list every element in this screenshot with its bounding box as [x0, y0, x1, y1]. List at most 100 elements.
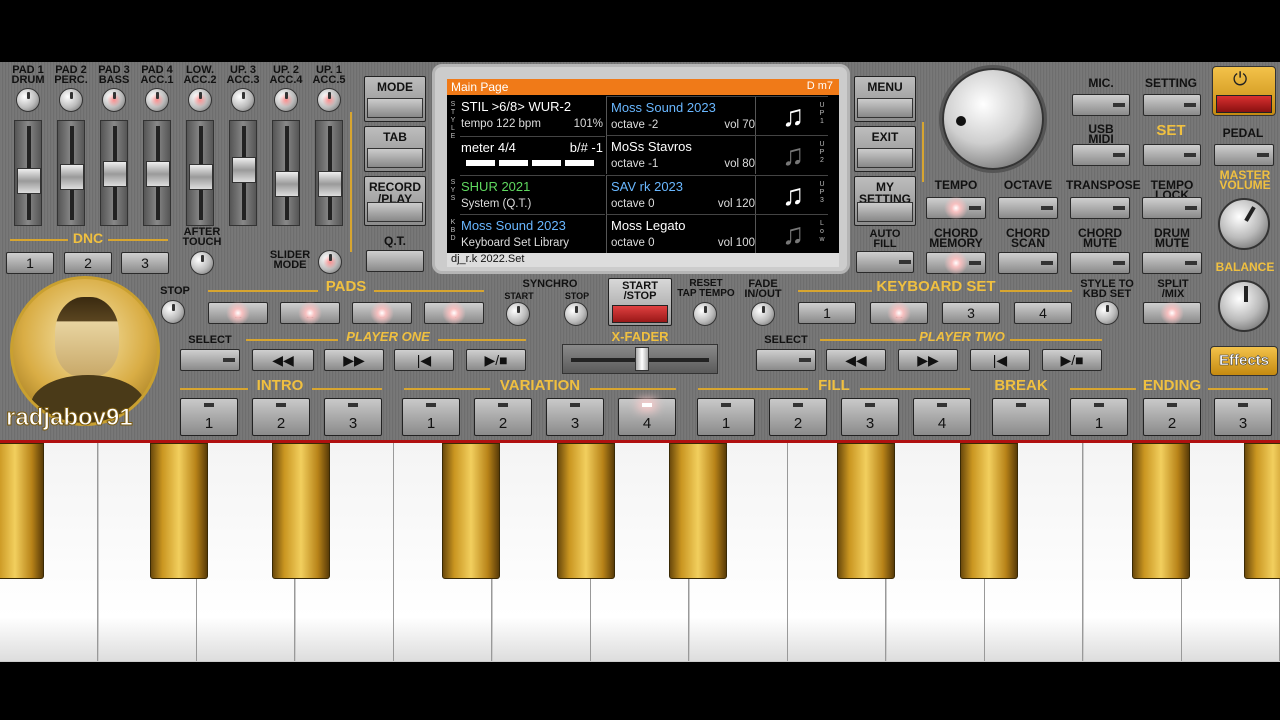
pad-button-3[interactable]: 3: [352, 301, 412, 325]
chord-scan-button[interactable]: [998, 252, 1058, 274]
channel-fader-8[interactable]: [315, 120, 343, 226]
break-button-1[interactable]: [992, 398, 1050, 436]
channel-fader-2[interactable]: [57, 120, 85, 226]
voice-part-2[interactable]: MoSs Stavros octave -1 vol 80 ♫ U P 2: [606, 135, 828, 175]
channel-pan-knob-4[interactable]: [145, 88, 169, 112]
black-key[interactable]: [442, 443, 500, 579]
after-touch-knob[interactable]: [190, 251, 214, 275]
black-key[interactable]: [557, 443, 615, 579]
channel-fader-handle-7[interactable]: [275, 171, 299, 197]
x-fader-handle[interactable]: [635, 347, 649, 371]
fill-button-2[interactable]: 2: [769, 398, 827, 436]
channel-fader-3[interactable]: [100, 120, 128, 226]
black-key[interactable]: [960, 443, 1018, 579]
player-one-forward-button[interactable]: ▶▶: [324, 349, 384, 371]
chord-mute-button[interactable]: [1070, 252, 1130, 274]
setting-button[interactable]: [1143, 94, 1201, 116]
master-volume-knob[interactable]: [1218, 198, 1270, 250]
variation-button-1[interactable]: 1: [402, 398, 460, 436]
dnc-button-2[interactable]: 2: [64, 252, 112, 274]
channel-fader-handle-4[interactable]: [146, 160, 170, 187]
octave-button[interactable]: [998, 197, 1058, 219]
player-one-play-button[interactable]: ▶/■: [466, 349, 526, 371]
meter-panel[interactable]: meter 4/4 b/# -1: [460, 136, 605, 175]
channel-pan-knob-3[interactable]: [102, 88, 126, 112]
player-two-rewind-button[interactable]: ◀◀: [826, 349, 886, 371]
drum-mute-button[interactable]: [1142, 252, 1202, 274]
player-one-select-button[interactable]: [180, 349, 240, 371]
variation-button-2[interactable]: 2: [474, 398, 532, 436]
balance-knob[interactable]: [1218, 280, 1270, 332]
exit-button[interactable]: EXIT: [854, 126, 916, 172]
black-key[interactable]: [669, 443, 727, 579]
qt-button[interactable]: [366, 250, 424, 272]
mic-button[interactable]: [1072, 94, 1130, 116]
player-two-select-button[interactable]: [756, 349, 816, 371]
black-key[interactable]: [1132, 443, 1190, 579]
kbd-set-button-1[interactable]: 1: [798, 302, 856, 324]
effects-button[interactable]: Effects: [1210, 346, 1278, 376]
channel-fader-handle-1[interactable]: [17, 167, 41, 194]
fill-button-4[interactable]: 4: [913, 398, 971, 436]
channel-pan-knob-5[interactable]: [188, 88, 212, 112]
fill-button-3[interactable]: 3: [841, 398, 899, 436]
player-two-forward-button[interactable]: ▶▶: [898, 349, 958, 371]
channel-fader-4[interactable]: [143, 120, 171, 226]
set-panel[interactable]: SHUR 2021 System (Q.T.): [460, 175, 605, 214]
record-play-button[interactable]: RECORD /PLAY: [364, 176, 426, 226]
reset-knob[interactable]: [693, 302, 717, 326]
slider-mode-knob[interactable]: [318, 250, 342, 274]
channel-pan-knob-1[interactable]: [16, 88, 40, 112]
voice-part-4[interactable]: Moss Legato octave 0 vol 100 ♫ L o w: [606, 213, 828, 253]
intro-button-3[interactable]: 3: [324, 398, 382, 436]
channel-fader-handle-2[interactable]: [60, 164, 84, 190]
usb-midi-button[interactable]: [1072, 144, 1130, 166]
black-key[interactable]: [150, 443, 208, 579]
split-mix-button[interactable]: [1143, 301, 1201, 325]
fade-knob[interactable]: [751, 302, 775, 326]
channel-fader-1[interactable]: [14, 120, 42, 226]
channel-pan-knob-7[interactable]: [274, 88, 298, 112]
chord-memory-button[interactable]: [926, 251, 986, 275]
variation-button-4[interactable]: 4: [618, 398, 676, 436]
voice-part-3[interactable]: SAV rk 2023 octave 0 vol 120 ♫ U P 3: [606, 174, 828, 214]
tab-button[interactable]: TAB: [364, 126, 426, 172]
channel-fader-handle-3[interactable]: [103, 160, 127, 187]
style-to-kbd-knob[interactable]: [1095, 301, 1119, 325]
player-two-prev-button[interactable]: |◀: [970, 349, 1030, 371]
ending-button-3[interactable]: 3: [1214, 398, 1272, 436]
kbd-panel[interactable]: Moss Sound 2023 Keyboard Set Library: [460, 214, 605, 253]
tempo-lock-button[interactable]: [1142, 197, 1202, 219]
ending-button-2[interactable]: 2: [1143, 398, 1201, 436]
voice-part-1[interactable]: Moss Sound 2023 octave -2 vol 70 ♫ U P 1: [606, 96, 828, 135]
dnc-button-3[interactable]: 3: [121, 252, 169, 274]
player-one-rewind-button[interactable]: ◀◀: [252, 349, 314, 371]
ending-button-1[interactable]: 1: [1070, 398, 1128, 436]
channel-pan-knob-2[interactable]: [59, 88, 83, 112]
intro-button-1[interactable]: 1: [180, 398, 238, 436]
music-note-icon[interactable]: ♫: [776, 179, 810, 212]
music-note-icon[interactable]: ♫: [776, 218, 810, 251]
power-button[interactable]: ⏻: [1212, 66, 1276, 116]
channel-fader-7[interactable]: [272, 120, 300, 226]
channel-fader-handle-5[interactable]: [189, 164, 213, 190]
pad-button-2[interactable]: 2: [280, 301, 340, 325]
menu-button[interactable]: MENU: [854, 76, 916, 122]
channel-fader-6[interactable]: [229, 120, 257, 226]
intro-button-2[interactable]: 2: [252, 398, 310, 436]
channel-pan-knob-8[interactable]: [317, 88, 341, 112]
dnc-button-1[interactable]: 1: [6, 252, 54, 274]
x-fader-slider[interactable]: [562, 344, 718, 374]
start-stop-button[interactable]: START /STOP: [608, 278, 672, 326]
fill-button-1[interactable]: 1: [697, 398, 755, 436]
black-key[interactable]: [1244, 443, 1280, 579]
data-dial[interactable]: [942, 68, 1044, 170]
auto-fill-button[interactable]: [856, 251, 914, 273]
black-key[interactable]: [272, 443, 330, 579]
player-two-play-button[interactable]: ▶/■: [1042, 349, 1102, 371]
player-one-prev-button[interactable]: |◀: [394, 349, 454, 371]
pad-button-4[interactable]: 4: [424, 301, 484, 325]
music-note-icon[interactable]: ♫: [776, 101, 810, 133]
pad-button-1[interactable]: 1: [208, 301, 268, 325]
style-panel[interactable]: STIL >6/8> WUR-2 tempo 122 bpm 101%: [460, 96, 605, 135]
